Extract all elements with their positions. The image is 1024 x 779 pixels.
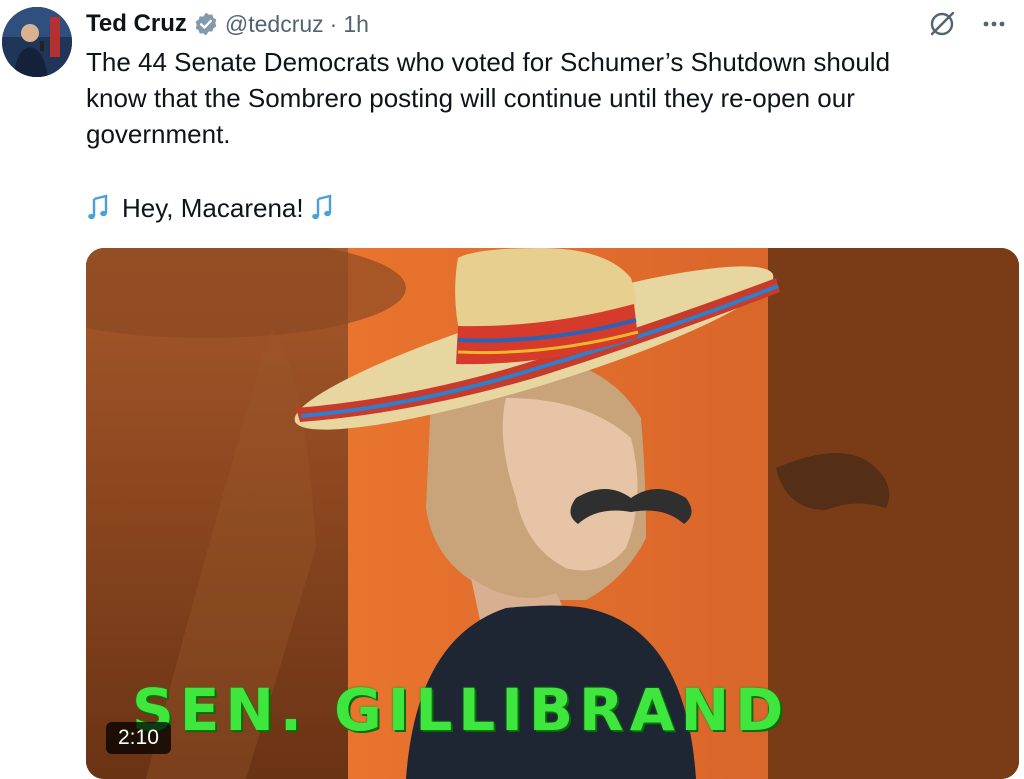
post-time[interactable]: 1h — [343, 11, 369, 38]
macarena-line: Hey, Macarena! — [86, 190, 340, 226]
video-duration: 2:10 — [106, 722, 171, 754]
separator: · — [329, 10, 338, 37]
tweet-text: The 44 Senate Democrats who voted for Sc… — [86, 47, 891, 149]
macarena-text: Hey, Macarena! — [122, 193, 304, 223]
author-handle[interactable]: @tedcruz — [225, 11, 324, 38]
video-caption: SEN. GILLIBRAND — [132, 676, 790, 744]
more-icon[interactable] — [978, 8, 1010, 40]
verified-badge-icon — [193, 11, 219, 37]
author-name[interactable]: Ted Cruz — [86, 10, 187, 38]
musical-notes-icon — [86, 193, 116, 223]
avatar[interactable] — [2, 7, 72, 77]
tweet-header: Ted Cruz @tedcruz · 1h — [86, 8, 369, 40]
video-player[interactable]: SEN. GILLIBRAND 2:10 — [86, 248, 1019, 779]
grok-icon[interactable] — [926, 8, 958, 40]
profile-photo — [2, 7, 72, 77]
tweet-actions — [926, 8, 1010, 40]
musical-notes-icon — [310, 193, 340, 223]
